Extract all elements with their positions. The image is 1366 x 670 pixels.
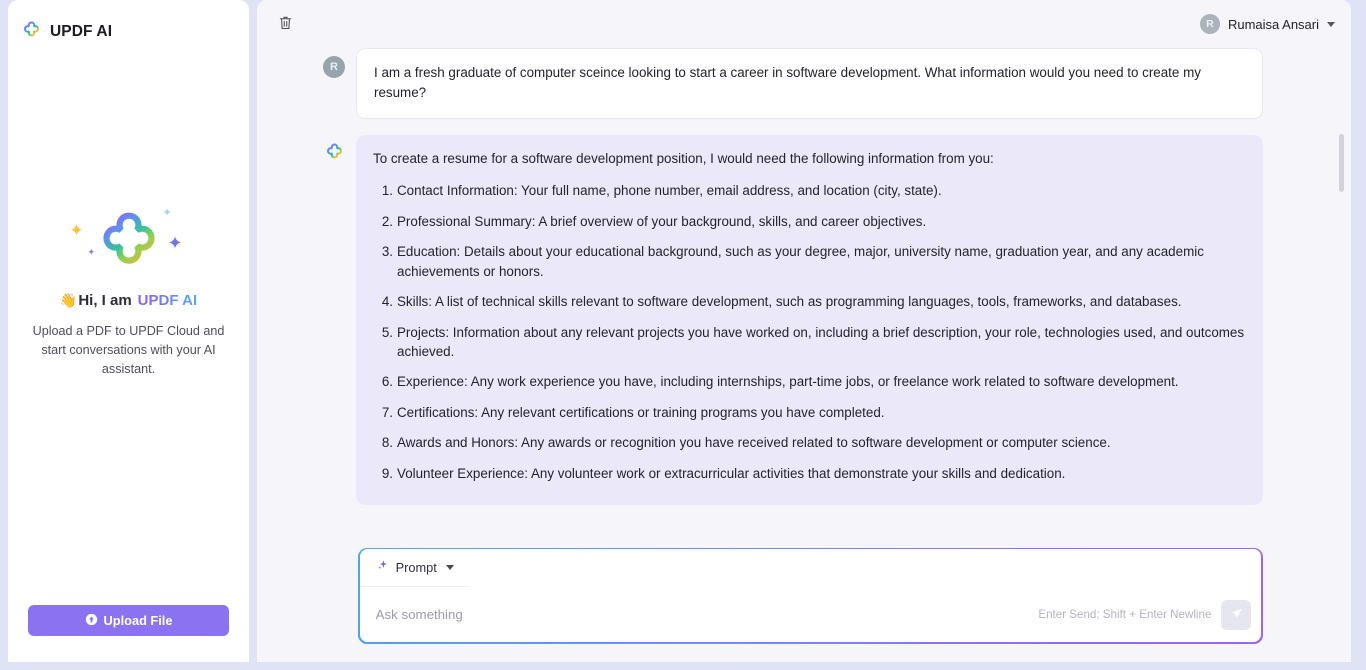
main-panel: R Rumaisa Ansari R I am a fresh graduate…: [257, 0, 1351, 662]
list-item: Professional Summary: A brief overview o…: [375, 212, 927, 232]
sparkle-decor-icon: ✦: [69, 220, 84, 240]
prompt-mode-selector[interactable]: Prompt: [359, 549, 470, 588]
user-message-bubble: I am a fresh graduate of computer sceinc…: [356, 48, 1263, 120]
ai-message-intro: To create a resume for a software develo…: [373, 151, 994, 167]
upload-arrow-icon: [85, 613, 98, 629]
list-item: Awards and Honors: Any awards or recogni…: [375, 433, 1111, 453]
send-button[interactable]: [1221, 599, 1252, 630]
list-item: Education: Details about your educationa…: [375, 242, 1204, 279]
chat-scrollbar[interactable]: [1339, 54, 1344, 538]
clover-logo-large-icon: [96, 207, 162, 278]
avatar: R: [323, 56, 345, 78]
list-item: Projects: Information about any relevant…: [375, 323, 1245, 359]
avatar: R: [1199, 14, 1220, 34]
list-item: Experience: Any work experience you have…: [375, 372, 1179, 392]
chevron-down-icon: [1327, 21, 1335, 27]
list-item: Skills: A list of technical skills relev…: [375, 292, 1182, 312]
hero-description: Upload a PDF to UPDF Cloud and start con…: [32, 323, 225, 377]
upload-file-section: Upload File: [8, 605, 249, 636]
user-account-menu[interactable]: R Rumaisa Ansari: [1194, 12, 1341, 36]
user-message-row: R I am a fresh graduate of computer scei…: [323, 48, 1263, 120]
chat-input[interactable]: [375, 599, 1029, 630]
composer-inner: Prompt Enter Send; Shift + Enter Newline: [359, 549, 1262, 643]
delete-conversation-button[interactable]: [272, 11, 298, 37]
upload-file-button[interactable]: Upload File: [28, 605, 229, 636]
bottom-edge-strip: [0, 662, 1366, 670]
list-item: Contact Information: Your full name, pho…: [375, 181, 942, 201]
trash-icon: [278, 15, 293, 34]
sparkle-decor-right-icon: ✦: [167, 232, 183, 253]
user-name-label: Rumaisa Ansari: [1227, 16, 1319, 32]
hero-greeting: 👋 Hi, I am UPDF AI: [60, 292, 197, 309]
composer-input-row: Enter Send; Shift + Enter Newline: [360, 587, 1262, 642]
send-paper-plane-icon: [1229, 606, 1244, 624]
user-message-avatar: R: [323, 56, 345, 78]
upload-file-label: Upload File: [103, 613, 173, 628]
clover-ai-avatar-icon: [325, 142, 344, 166]
composer: Prompt Enter Send; Shift + Enter Newline: [358, 547, 1263, 644]
chat-messages: R I am a fresh graduate of computer scei…: [257, 48, 1351, 506]
top-bar: R Rumaisa Ansari: [257, 0, 1351, 48]
ai-message-bubble: To create a resume for a software develo…: [356, 135, 1263, 506]
hero-greeting-brand: UPDF AI: [137, 291, 198, 309]
prompt-mode-label: Prompt: [395, 560, 437, 576]
sparkle-icon: [376, 559, 389, 577]
app-root: UPDF AI ✦ ✦ ✦ ✦ 👋 Hi, I am UPDF AI Uploa…: [0, 0, 1366, 670]
chat-scrollbar-thumb[interactable]: [1339, 134, 1344, 192]
composer-section: Prompt Enter Send; Shift + Enter Newline: [257, 538, 1351, 662]
right-edge-strip: [1351, 0, 1366, 670]
caret-down-icon: [445, 565, 454, 571]
composer-hint-label: Enter Send; Shift + Enter Newline: [1038, 608, 1212, 622]
chat-scroll-area[interactable]: R I am a fresh graduate of computer scei…: [257, 48, 1351, 538]
ai-message-avatar: [323, 143, 345, 165]
ai-message-row: To create a resume for a software develo…: [323, 135, 1263, 506]
sidebar-hero: ✦ ✦ ✦ ✦ 👋 Hi, I am UPDF AI Upload a PDF …: [8, 8, 249, 575]
hero-illustration: ✦ ✦ ✦ ✦: [64, 204, 194, 278]
sparkle-decor-topright-icon: ✦: [162, 206, 172, 219]
list-item: Volunteer Experience: Any volunteer work…: [375, 464, 1066, 484]
sidebar: UPDF AI ✦ ✦ ✦ ✦ 👋 Hi, I am UPDF AI Uploa…: [8, 0, 249, 662]
list-item: Certifications: Any relevant certificati…: [375, 403, 885, 423]
hero-greeting-prefix: Hi, I am: [78, 291, 132, 309]
wave-hand-icon: 👋: [59, 291, 78, 308]
ai-message-list: Contact Information: Your full name, pho…: [373, 181, 1246, 483]
sparkle-decor-small-icon: ✦: [87, 246, 96, 257]
